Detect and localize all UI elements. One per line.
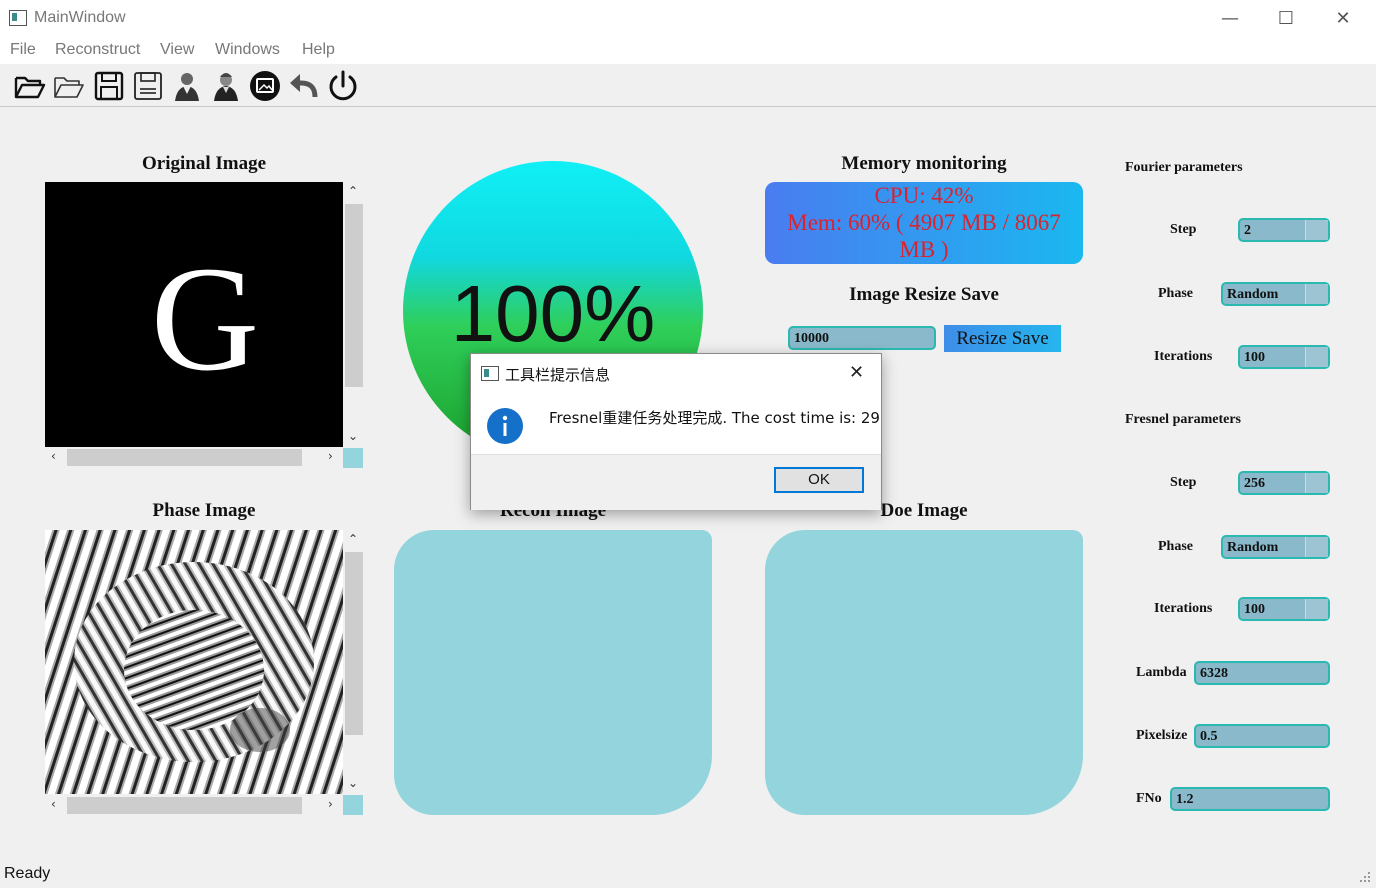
cpu-usage: CPU: 42% xyxy=(874,183,974,208)
power-icon[interactable] xyxy=(326,69,360,103)
original-horizontal-scrollbar[interactable]: ‹ › xyxy=(45,447,343,467)
phase-image-title: Phase Image xyxy=(152,500,256,521)
scroll-up-icon[interactable]: ⌃ xyxy=(348,532,358,546)
dialog-close-button[interactable]: ✕ xyxy=(849,362,864,383)
lambda-label: Lambda xyxy=(1136,665,1187,680)
phase-image xyxy=(45,530,343,794)
fresnel-parameters-title: Fresnel parameters xyxy=(1125,412,1241,427)
fourier-iterations-value: 100 xyxy=(1244,350,1265,365)
menu-reconstruct[interactable]: Reconstruct xyxy=(55,41,140,59)
fourier-step-select[interactable]: 2 xyxy=(1238,218,1330,242)
scroll-left-icon[interactable]: ‹ xyxy=(51,449,56,463)
fourier-iterations-select[interactable]: 100 xyxy=(1238,345,1330,369)
original-vertical-scrollbar[interactable]: ⌃ ⌄ xyxy=(343,182,363,447)
original-image-glyph: G xyxy=(150,236,260,402)
chevron-down-icon[interactable] xyxy=(1305,599,1328,619)
chevron-down-icon[interactable] xyxy=(1305,220,1328,240)
memory-monitoring-title: Memory monitoring xyxy=(841,153,1007,174)
fourier-step-label: Step xyxy=(1170,222,1197,237)
phase-vertical-thumb[interactable] xyxy=(345,552,363,735)
ok-button[interactable]: OK xyxy=(774,467,864,493)
fresnel-phase-label: Phase xyxy=(1158,539,1193,554)
pixelsize-input[interactable]: 0.5 xyxy=(1194,724,1330,748)
fno-label: FNo xyxy=(1136,791,1162,806)
chevron-down-icon[interactable] xyxy=(1305,473,1328,493)
app-icon xyxy=(9,10,27,26)
original-vertical-thumb[interactable] xyxy=(345,204,363,387)
scroll-corner xyxy=(343,448,363,468)
menu-view[interactable]: View xyxy=(160,41,194,59)
resize-save-title: Image Resize Save xyxy=(849,284,999,305)
scroll-right-icon[interactable]: › xyxy=(328,797,333,811)
message-dialog: 工具栏提示信息 ✕ Fresnel重建任务处理完成. The cost time… xyxy=(470,353,882,510)
dialog-title: 工具栏提示信息 xyxy=(505,366,611,384)
save-icon[interactable] xyxy=(92,69,126,103)
dialog-app-icon xyxy=(481,366,499,381)
lambda-input[interactable]: 6328 xyxy=(1194,661,1330,685)
fourier-step-value: 2 xyxy=(1244,223,1251,238)
memory-panel: CPU: 42% Mem: 60% ( 4907 MB / 8067 MB ) xyxy=(765,182,1083,264)
save-as-icon[interactable] xyxy=(131,69,165,103)
view-image-icon[interactable] xyxy=(248,69,282,103)
chevron-down-icon[interactable] xyxy=(1305,537,1328,557)
fresnel-phase-value: Random xyxy=(1227,540,1279,555)
pixelsize-label: Pixelsize xyxy=(1136,728,1188,743)
fresnel-iterations-value: 100 xyxy=(1244,602,1265,617)
phase-vertical-scrollbar[interactable]: ⌃ ⌄ xyxy=(343,530,363,794)
fresnel-step-label: Step xyxy=(1170,475,1197,490)
status-text: Ready xyxy=(4,865,51,882)
fno-input[interactable]: 1.2 xyxy=(1170,787,1330,811)
toolbar xyxy=(0,64,1376,107)
title-bar xyxy=(0,0,1376,36)
chevron-down-icon[interactable] xyxy=(1305,284,1328,304)
menu-bar xyxy=(0,36,1376,64)
scroll-down-icon[interactable]: ⌄ xyxy=(348,776,358,790)
original-image-title: Original Image xyxy=(141,153,267,174)
fresnel-step-value: 256 xyxy=(1244,476,1265,491)
undo-icon[interactable] xyxy=(287,69,321,103)
fresnel-step-select[interactable]: 256 xyxy=(1238,471,1330,495)
fresnel-iterations-label: Iterations xyxy=(1154,601,1213,616)
scroll-left-icon[interactable]: ‹ xyxy=(51,797,56,811)
doe-image xyxy=(765,530,1083,815)
info-icon xyxy=(487,408,523,444)
progress-value: 100% xyxy=(450,269,656,358)
fourier-phase-value: Random xyxy=(1227,287,1279,302)
fresnel-iterations-select[interactable]: 100 xyxy=(1238,597,1330,621)
open-file-icon[interactable] xyxy=(13,69,47,103)
fourier-phase-label: Phase xyxy=(1158,286,1193,301)
resize-save-button[interactable]: Resize Save xyxy=(944,325,1061,352)
recon-image xyxy=(394,530,712,815)
chevron-down-icon[interactable] xyxy=(1305,347,1328,367)
fresnel-portrait-icon[interactable] xyxy=(209,69,243,103)
menu-file[interactable]: File xyxy=(10,41,36,59)
fourier-phase-select[interactable]: Random xyxy=(1221,282,1330,306)
fourier-parameters-title: Fourier parameters xyxy=(1125,160,1243,175)
close-button[interactable]: ✕ xyxy=(1323,6,1363,30)
memory-usage: Mem: 60% ( 4907 MB / 8067 MB ) xyxy=(787,210,1061,262)
fourier-portrait-icon[interactable] xyxy=(170,69,204,103)
menu-help[interactable]: Help xyxy=(302,41,335,59)
fresnel-phase-select[interactable]: Random xyxy=(1221,535,1330,559)
original-horizontal-thumb[interactable] xyxy=(67,449,302,466)
minimize-button[interactable]: — xyxy=(1210,6,1250,30)
dialog-message: Fresnel重建任务处理完成. The cost time is: 29 xyxy=(549,409,880,427)
original-image: G xyxy=(45,182,343,447)
window-title: MainWindow xyxy=(34,9,126,26)
dialog-footer: OK xyxy=(471,454,881,510)
open-folder-icon[interactable] xyxy=(52,69,86,103)
phase-horizontal-scrollbar[interactable]: ‹ › xyxy=(45,795,343,815)
scroll-corner xyxy=(343,795,363,815)
maximize-button[interactable]: ☐ xyxy=(1266,6,1306,30)
menu-windows[interactable]: Windows xyxy=(215,41,280,59)
scroll-up-icon[interactable]: ⌃ xyxy=(348,184,358,198)
fourier-iterations-label: Iterations xyxy=(1154,349,1213,364)
scroll-down-icon[interactable]: ⌄ xyxy=(348,429,358,443)
scroll-right-icon[interactable]: › xyxy=(328,449,333,463)
resize-input[interactable]: 10000 xyxy=(788,326,936,350)
phase-horizontal-thumb[interactable] xyxy=(67,797,302,814)
resize-grip-icon[interactable] xyxy=(1358,870,1372,884)
